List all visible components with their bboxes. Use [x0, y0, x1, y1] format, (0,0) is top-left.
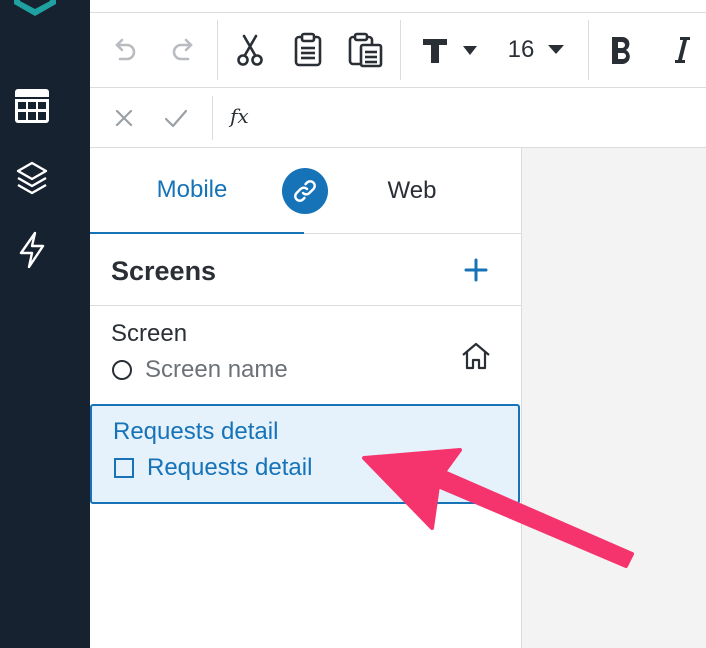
app-logo-icon: [14, 0, 56, 16]
text-format-dropdown[interactable]: [416, 24, 488, 76]
bold-icon[interactable]: [604, 24, 640, 76]
italic-icon[interactable]: [664, 24, 700, 76]
home-icon[interactable]: [460, 340, 492, 372]
cut-icon[interactable]: [230, 24, 270, 76]
fx-label: fx: [230, 104, 249, 128]
data-grid-icon[interactable]: [12, 86, 52, 126]
toolbar-divider: [217, 20, 218, 80]
toolbar-divider: [400, 20, 401, 80]
left-rail: [0, 0, 90, 648]
tab-mobile[interactable]: Mobile: [90, 148, 304, 234]
toolbar-divider: [588, 20, 589, 80]
cancel-icon[interactable]: [104, 92, 144, 144]
screen-list-item[interactable]: Screen Screen name: [90, 306, 520, 404]
text-format-icon: [423, 39, 477, 63]
toolbar-top-divider: [90, 12, 706, 13]
requests-item-sub: Requests detail: [113, 454, 312, 482]
screens-title: Screens: [111, 256, 217, 286]
toolbar: 16: [90, 0, 706, 88]
screen-item-sub: Screen name: [111, 356, 288, 384]
chevron-down-icon: [548, 45, 565, 54]
requests-detail-list-item[interactable]: Requests detail Requests detail: [90, 404, 520, 504]
lightning-icon[interactable]: [12, 230, 52, 270]
link-button[interactable]: [282, 168, 328, 214]
font-size-dropdown[interactable]: 16: [504, 24, 574, 76]
tab-web-label: Web: [387, 177, 437, 204]
formula-bar: fx: [90, 88, 706, 148]
platform-tabs: Mobile Web: [90, 148, 522, 234]
screen-item-subtitle: Screen name: [145, 356, 288, 383]
confirm-icon[interactable]: [156, 92, 196, 144]
layers-icon[interactable]: [12, 158, 52, 198]
undo-icon[interactable]: [104, 24, 144, 76]
tab-web[interactable]: Web: [340, 148, 484, 234]
square-icon: [114, 458, 134, 478]
screens-header: Screens: [90, 234, 522, 306]
add-screen-button[interactable]: [460, 254, 492, 286]
paste-icon[interactable]: [344, 24, 388, 76]
app-root: 16 fx Mobile Web Screens Screen Screen n…: [0, 0, 706, 648]
link-icon: [294, 180, 316, 202]
redo-icon[interactable]: [164, 24, 204, 76]
screen-item-name: Screen: [111, 320, 188, 347]
copy-icon[interactable]: [288, 24, 328, 76]
font-size-value: 16: [507, 36, 535, 63]
requests-item-subtitle: Requests detail: [147, 454, 313, 481]
screens-panel: Mobile Web Screens Screen Screen name Re…: [90, 148, 522, 648]
circle-icon: [112, 360, 132, 380]
tab-mobile-label: Mobile: [156, 176, 228, 203]
requests-item-name: Requests detail: [113, 418, 279, 445]
formula-divider: [212, 96, 213, 140]
plus-icon: [464, 258, 488, 282]
